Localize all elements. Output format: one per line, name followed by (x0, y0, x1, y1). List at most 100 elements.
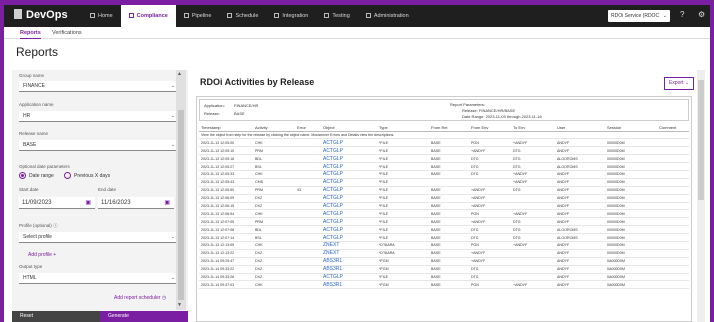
group-name-label: Group name (19, 73, 45, 78)
calendar-icon[interactable]: ▣ (164, 197, 170, 209)
report-scrollbar-thumb[interactable] (698, 80, 704, 200)
object-link[interactable]: ZNEXT (321, 249, 377, 258)
table-cell: BASE (429, 280, 469, 290)
table-cell: DTG (511, 162, 555, 171)
object-link[interactable]: ABS3R1 (321, 265, 377, 274)
table-cell: ANDYF (555, 170, 605, 179)
table-cell: 0A000D0M (605, 265, 657, 274)
left-scrollbar-thumb[interactable] (178, 110, 184, 300)
info-icon[interactable]: ⓘ (53, 223, 58, 228)
object-link[interactable]: ZNEXT (321, 241, 377, 250)
activities-table: Timestamp Activity Error Object Type Fro… (199, 125, 689, 290)
object-link[interactable]: ACTGLP (321, 170, 377, 179)
export-button[interactable]: Export ⌄ (664, 77, 694, 90)
application-name-select[interactable]: HR ⌄ (19, 111, 181, 122)
table-cell: +ANDYF (511, 178, 555, 187)
nav-label: Pipeline (191, 13, 212, 19)
nav-testing[interactable]: Testing (316, 5, 357, 27)
object-link[interactable]: ACTGLP (321, 162, 377, 171)
object-link[interactable]: ACTGLP (321, 146, 377, 156)
chevron-down-icon: ⌄ (170, 275, 175, 281)
object-link[interactable]: ACTGLP (321, 233, 377, 242)
table-cell: 00000D0M (605, 217, 657, 227)
object-link[interactable]: ACTGLP (321, 217, 377, 227)
table-cell: 00000D0M (605, 138, 657, 148)
output-type-label: Output type (19, 264, 43, 269)
object-link[interactable]: ACTGLP (321, 178, 377, 187)
release-name-select[interactable]: BASE ⌄ (19, 140, 181, 151)
table-cell: 2023-11-13 12:05:27 (199, 162, 253, 171)
previous-days-radio[interactable]: Previous X days (64, 172, 110, 179)
nav-pipeline[interactable]: Pipeline (176, 5, 220, 27)
reset-button[interactable]: Reset (12, 311, 100, 322)
end-date-input[interactable]: 11/16/2023 ▣ (98, 197, 174, 209)
calendar-icon[interactable]: ▣ (85, 197, 91, 209)
output-type-select[interactable]: HTML ⌄ (19, 273, 181, 284)
left-panel-scrollbar[interactable]: ▲ ▼ (176, 70, 186, 310)
nav-compliance[interactable]: Compliance (120, 5, 176, 27)
chevron-down-icon: ⌄ (170, 234, 175, 240)
table-row: 2023-11-13 12:07:08 BDL ACTGLP *FILE BASE DTG… (199, 225, 689, 235)
group-name-select[interactable]: FINANCE ⌄ (19, 81, 181, 92)
table-cell: *DTAARA (377, 249, 429, 258)
tab-verifications[interactable]: Verifications (52, 30, 82, 36)
table-cell (295, 138, 321, 148)
table-cell: DTG (511, 146, 555, 156)
generate-button[interactable]: Generate (100, 311, 188, 322)
group-name-value: FINANCE (23, 83, 45, 89)
table-cell: 00000D0M (605, 146, 657, 156)
table-cell: *DTAARA (377, 241, 429, 250)
gear-icon[interactable]: ⚙ (698, 10, 705, 19)
table-row: 2023-11-14 09:37:03 CHK ABS3R1 *PGM BASE PGN +… (199, 280, 689, 290)
table-cell (511, 273, 555, 282)
object-link[interactable]: ABS3R1 (321, 280, 377, 290)
nav-home[interactable]: Home (82, 5, 121, 27)
scroll-up-icon[interactable]: ▲ (177, 71, 182, 77)
output-type-value: HTML (23, 275, 37, 281)
table-cell: ANDYF (555, 249, 605, 258)
table-cell: +ANDYF (511, 209, 555, 219)
object-link[interactable]: ACTGLP (321, 202, 377, 211)
table-cell (657, 154, 689, 164)
radio-selected-icon (19, 172, 26, 179)
app-logo[interactable]: DevOps (14, 9, 68, 21)
object-link[interactable]: ACTGLP (321, 209, 377, 219)
nav-administration[interactable]: Administration (358, 5, 417, 27)
object-link[interactable]: ACTGLP (321, 225, 377, 235)
table-cell: +ANDYF (469, 249, 511, 258)
report-scrollbar[interactable] (697, 70, 705, 322)
object-link[interactable]: ACTGLP (321, 186, 377, 195)
table-cell (295, 178, 321, 187)
scroll-down-icon[interactable]: ▼ (177, 302, 182, 308)
report-parameters-release: Release: FINANCE/HR/BASE (462, 108, 516, 113)
add-profile-link[interactable]: Add profile + (28, 252, 56, 258)
table-cell: DTG (511, 154, 555, 164)
table-cell: 00000D0M (605, 186, 657, 195)
top-navigation-bar: DevOps Home Compliance Pipeline Schedule… (4, 5, 710, 27)
start-date-input[interactable]: 11/09/2023 ▣ (19, 197, 95, 209)
object-link[interactable]: ABS3R1 (321, 257, 377, 266)
object-link[interactable]: ACTGLP (321, 154, 377, 164)
date-range-radio[interactable]: Date range (19, 172, 54, 179)
table-cell: 2023-11-13 12:06:54 (199, 209, 253, 219)
table-cell: *FILE (377, 146, 429, 156)
object-link[interactable]: ACTGLP (321, 194, 377, 203)
table-cell (657, 273, 689, 282)
table-cell: BASE (429, 225, 469, 235)
profile-select[interactable]: Select profile ⌄ (19, 232, 181, 243)
object-link[interactable]: ACTGLP (321, 138, 377, 148)
nav-integration[interactable]: Integration (266, 5, 316, 27)
table-cell: DTG (469, 154, 511, 164)
table-cell: BASE (429, 138, 469, 148)
help-icon[interactable]: ? (680, 10, 684, 19)
table-cell (511, 249, 555, 258)
table-cell: DTG (511, 217, 555, 227)
environment-select[interactable]: RDOi Service (RDOC ⌄ (608, 10, 670, 22)
table-cell: BSL (253, 233, 295, 242)
object-link[interactable]: ACTGLP (321, 273, 377, 282)
table-cell (295, 265, 321, 274)
nav-schedule[interactable]: Schedule (219, 5, 266, 27)
tab-reports[interactable]: Reports (20, 30, 41, 39)
add-report-scheduler-link[interactable]: Add report scheduler ◷ (114, 295, 166, 301)
table-cell: 2023-11-13 12:07:05 (199, 217, 253, 227)
